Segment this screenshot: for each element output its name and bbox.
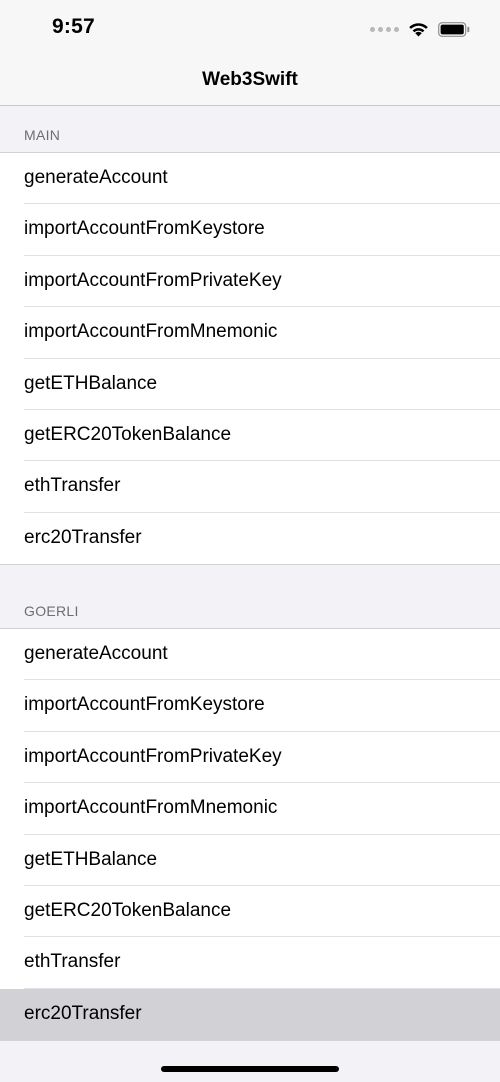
list-item-label: importAccountFromPrivateKey — [24, 745, 282, 767]
list-item-goerli-get-eth-balance[interactable]: getETHBalance — [0, 835, 500, 886]
list-item-label: importAccountFromPrivateKey — [24, 269, 282, 291]
list-item-label: ethTransfer — [24, 951, 121, 973]
list-item-goerli-generate-account[interactable]: generateAccount — [0, 629, 500, 681]
list-item-main-get-erc20-token-balance[interactable]: getERC20TokenBalance — [0, 410, 500, 462]
list-item-label: erc20Transfer — [24, 1002, 142, 1024]
list-item-goerli-get-erc20-token-balance[interactable]: getERC20TokenBalance — [0, 886, 500, 938]
wifi-icon — [409, 23, 428, 37]
list-item-label: importAccountFromKeystore — [24, 694, 265, 716]
list-item-main-get-eth-balance[interactable]: getETHBalance — [0, 359, 500, 410]
home-indicator[interactable] — [161, 1066, 339, 1072]
list-item-goerli-import-account-from-mnemonic[interactable]: importAccountFromMnemonic — [0, 783, 500, 835]
list-item-main-erc20-transfer[interactable]: erc20Transfer — [0, 513, 500, 564]
section-header-main: MAIN — [24, 127, 61, 143]
page-title: Web3Swift — [202, 69, 298, 90]
status-indicators — [370, 18, 470, 40]
cellular-signal-icon — [370, 26, 399, 32]
list-item-goerli-eth-transfer[interactable]: ethTransfer — [0, 937, 500, 989]
list-item-main-generate-account[interactable]: generateAccount — [0, 153, 500, 205]
section-header-goerli: GOERLI — [24, 603, 79, 619]
list-item-main-eth-transfer[interactable]: ethTransfer — [0, 461, 500, 513]
list-item-label: ethTransfer — [24, 475, 121, 497]
status-bar: 9:57 — [0, 0, 500, 56]
list-item-label: getERC20TokenBalance — [24, 899, 232, 921]
list-item-label: getETHBalance — [24, 372, 158, 394]
list-item-label: getERC20TokenBalance — [24, 423, 232, 445]
list-item-goerli-import-account-from-private-key[interactable]: importAccountFromPrivateKey — [0, 732, 500, 784]
navigation-bar: Web3Swift — [0, 56, 500, 106]
screen: 9:57 Web3Swift MAIN generateAccount impo… — [0, 0, 500, 1082]
list-item-label: getETHBalance — [24, 848, 158, 870]
status-time: 9:57 — [52, 15, 95, 38]
list-item-goerli-import-account-from-keystore[interactable]: importAccountFromKeystore — [0, 680, 500, 732]
list-item-label: erc20Transfer — [24, 526, 142, 548]
list-item-label: generateAccount — [24, 643, 168, 664]
list-item-label: generateAccount — [24, 167, 168, 188]
battery-icon — [438, 21, 470, 37]
list-item-label: importAccountFromMnemonic — [24, 321, 278, 343]
list-item-goerli-erc20-transfer[interactable]: erc20Transfer — [0, 988, 500, 1041]
list-item-label: importAccountFromKeystore — [24, 218, 265, 240]
list-item-label: importAccountFromMnemonic — [24, 797, 278, 819]
list-item-main-import-account-from-mnemonic[interactable]: importAccountFromMnemonic — [0, 307, 500, 359]
main-list: generateAccount importAccountFromKeystor… — [0, 152, 500, 565]
list-item-main-import-account-from-private-key[interactable]: importAccountFromPrivateKey — [0, 256, 500, 308]
goerli-list: generateAccount importAccountFromKeystor… — [0, 628, 500, 1041]
list-item-main-import-account-from-keystore[interactable]: importAccountFromKeystore — [0, 204, 500, 256]
